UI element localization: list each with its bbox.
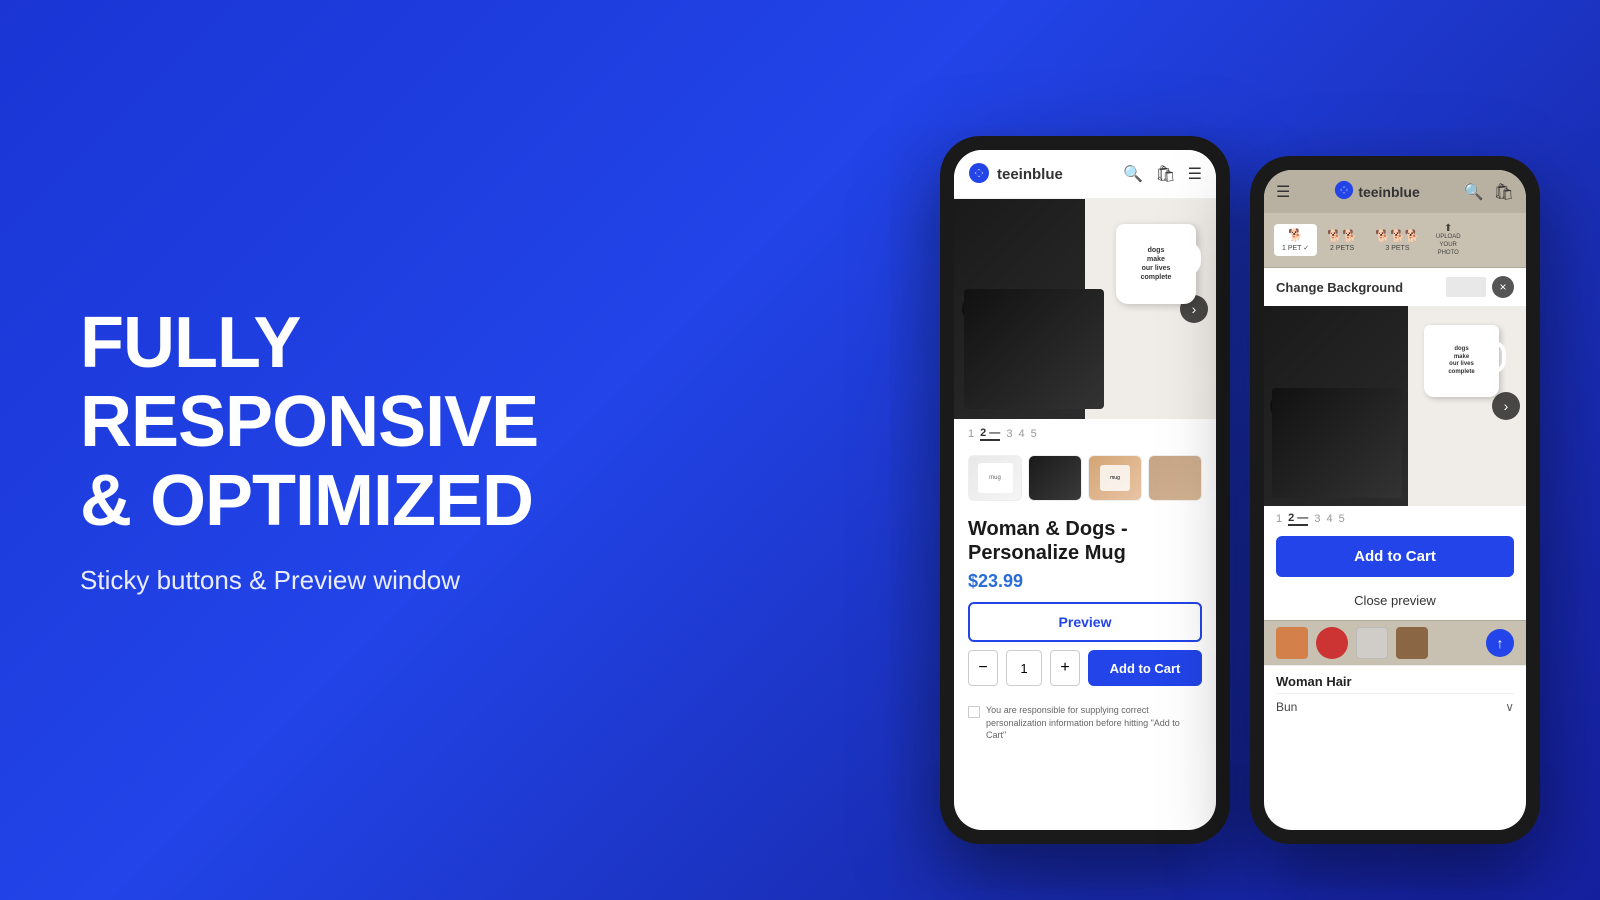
thumb-4[interactable]	[1148, 455, 1202, 501]
pet-3-icon: 🐕🐕🐕	[1375, 229, 1420, 243]
disclaimer-text: You are responsible for supplying correc…	[986, 704, 1202, 742]
close-bg-btn[interactable]: ×	[1492, 276, 1514, 298]
phone2-header: ☰ teeinblue 🔍 🛍	[1264, 170, 1526, 213]
main-heading: FULLY RESPONSIVE & OPTIMIZED	[80, 304, 580, 542]
bg-controls: ×	[1438, 276, 1514, 298]
phone1-header: teeinblue 🔍 🛍 ☰	[954, 150, 1216, 199]
preview-button[interactable]: Preview	[968, 602, 1202, 642]
p2-dot-4: 4	[1326, 513, 1332, 525]
thumb-1[interactable]: mug	[968, 455, 1022, 501]
change-background-bar: Change Background ×	[1264, 268, 1526, 306]
phone2-dots: 1 2 — 3 4 5	[1264, 506, 1526, 532]
phone1-product-title: Woman & Dogs - Personalize Mug	[968, 517, 1202, 565]
bun-row: Bun ∨	[1276, 693, 1514, 720]
swatch-orange[interactable]	[1276, 627, 1308, 659]
phone1-product-info: Woman & Dogs - Personalize Mug $23.99 Pr…	[954, 507, 1216, 696]
phone-1: teeinblue 🔍 🛍 ☰ dogsmakeour livescomplet…	[940, 136, 1230, 844]
dot-1: 1	[968, 428, 974, 440]
phone-1-screen: teeinblue 🔍 🛍 ☰ dogsmakeour livescomplet…	[954, 150, 1216, 830]
bun-label: Bun	[1276, 700, 1297, 714]
disclaimer-checkbox[interactable]	[968, 706, 980, 718]
disclaimer-section: You are responsible for supplying correc…	[954, 696, 1216, 750]
phone1-price: $23.99	[968, 571, 1202, 592]
woman-hair-label: Woman Hair	[1276, 674, 1514, 689]
phone2-carousel: dogsmakeour livescomplete › ‹	[1264, 306, 1526, 506]
add-to-cart-button[interactable]: Add to Cart	[1088, 650, 1202, 686]
qty-input[interactable]	[1006, 650, 1042, 686]
phone2-brand-name: teeinblue	[1358, 184, 1419, 200]
phone1-thumbnails: mug mug	[954, 449, 1216, 507]
phone-2: ☰ teeinblue 🔍 🛍	[1250, 156, 1540, 844]
pet-2-label: 2 PETS	[1330, 245, 1354, 252]
heading-line2: & OPTIMIZED	[80, 461, 533, 541]
teeinblue-logo-icon	[968, 162, 992, 186]
pet-option-2[interactable]: 🐕🐕 2 PETS	[1319, 225, 1365, 256]
phone1-carousel: dogsmakeour livescomplete › ‹	[954, 199, 1216, 419]
pet-2-icon: 🐕🐕	[1327, 229, 1357, 243]
hamburger-icon[interactable]: ☰	[1276, 182, 1290, 202]
phone-2-screen: ☰ teeinblue 🔍 🛍	[1264, 170, 1526, 830]
cart-row: − + Add to Cart	[968, 650, 1202, 686]
swatch-red[interactable]	[1316, 627, 1348, 659]
heading-line1: FULLY RESPONSIVE	[80, 303, 538, 462]
upload-photo-option[interactable]: ⬆ UPLOADYOURPHOTO	[1430, 219, 1467, 261]
hero-text-section: FULLY RESPONSIVE & OPTIMIZED Sticky butt…	[0, 244, 660, 657]
phone1-brand-name: teeinblue	[997, 166, 1063, 183]
phone2-brand: teeinblue	[1334, 180, 1419, 203]
phone2-search-icon[interactable]: 🔍	[1464, 182, 1484, 202]
bag-icon[interactable]: 🛍	[1155, 164, 1175, 184]
subheading: Sticky buttons & Preview window	[80, 565, 580, 596]
pet-1-icon: 🐕	[1288, 228, 1303, 242]
p2-dot-5: 5	[1339, 513, 1345, 525]
search-icon[interactable]: 🔍	[1123, 164, 1143, 184]
scroll-up-btn[interactable]: ↑	[1486, 629, 1514, 657]
chevron-down-icon[interactable]: ∨	[1505, 700, 1514, 714]
upload-icon: ⬆	[1444, 223, 1452, 234]
pet-3-label: 3 PETS	[1385, 245, 1409, 252]
swatch-gray-light[interactable]	[1356, 627, 1388, 659]
phone2-mug-handle	[1488, 341, 1506, 373]
phone2-add-to-cart-btn[interactable]: Add to Cart	[1276, 536, 1514, 577]
pet-selector: 🐕 1 PET ✓ 🐕🐕 2 PETS 🐕🐕🐕 3 PETS ⬆ UPLOADY…	[1264, 213, 1526, 268]
phone1-header-icons: 🔍 🛍 ☰	[1123, 164, 1202, 184]
dot-2-active: 2 —	[980, 427, 1000, 441]
bg-preview	[1446, 277, 1486, 297]
product-title-line1: Woman & Dogs -	[968, 518, 1128, 540]
dot-5: 5	[1031, 428, 1037, 440]
dot-3: 3	[1006, 428, 1012, 440]
woman-hair-section: Woman Hair Bun ∨	[1264, 665, 1526, 728]
phone2-dark-clothing	[1272, 388, 1402, 498]
p2-dot-2-active: 2 —	[1288, 512, 1308, 526]
change-bg-label: Change Background	[1276, 280, 1403, 295]
phone1-brand: teeinblue	[968, 162, 1063, 186]
phone2-mug-text: dogsmakeour livescomplete	[1446, 344, 1476, 379]
phones-container: teeinblue 🔍 🛍 ☰ dogsmakeour livescomplet…	[940, 136, 1540, 844]
swatches-row: ↑	[1264, 620, 1526, 665]
menu-icon[interactable]: ☰	[1188, 164, 1202, 184]
qty-increase-btn[interactable]: +	[1050, 650, 1080, 686]
pet-option-1[interactable]: 🐕 1 PET ✓	[1274, 224, 1317, 256]
dark-clothing	[964, 289, 1104, 409]
phone1-dots: 1 2 — 3 4 5	[954, 419, 1216, 449]
phone2-mug: dogsmakeour livescomplete	[1416, 321, 1506, 401]
mug-handle	[1181, 241, 1201, 276]
swatch-brown[interactable]	[1396, 627, 1428, 659]
phone2-header-icons: 🔍 🛍	[1464, 182, 1514, 202]
phone2-close-preview-btn[interactable]: Close preview	[1276, 585, 1514, 616]
pet-1-label: 1 PET ✓	[1282, 244, 1309, 252]
teeinblue-logo-icon-2	[1334, 180, 1354, 203]
thumb-3[interactable]: mug	[1088, 455, 1142, 501]
pet-option-3[interactable]: 🐕🐕🐕 3 PETS	[1367, 225, 1428, 256]
phone2-bag-icon[interactable]: 🛍	[1494, 182, 1514, 202]
mug-image: dogsmakeour livescomplete	[1106, 219, 1201, 304]
upload-label: UPLOADYOURPHOTO	[1436, 234, 1461, 257]
thumb-2[interactable]	[1028, 455, 1082, 501]
p2-dot-3: 3	[1314, 513, 1320, 525]
product-title-line2: Personalize Mug	[968, 542, 1126, 564]
dot-4: 4	[1018, 428, 1024, 440]
qty-decrease-btn[interactable]: −	[968, 650, 998, 686]
p2-dot-1: 1	[1276, 513, 1282, 525]
mug-text: dogsmakeour livescomplete	[1139, 244, 1174, 284]
